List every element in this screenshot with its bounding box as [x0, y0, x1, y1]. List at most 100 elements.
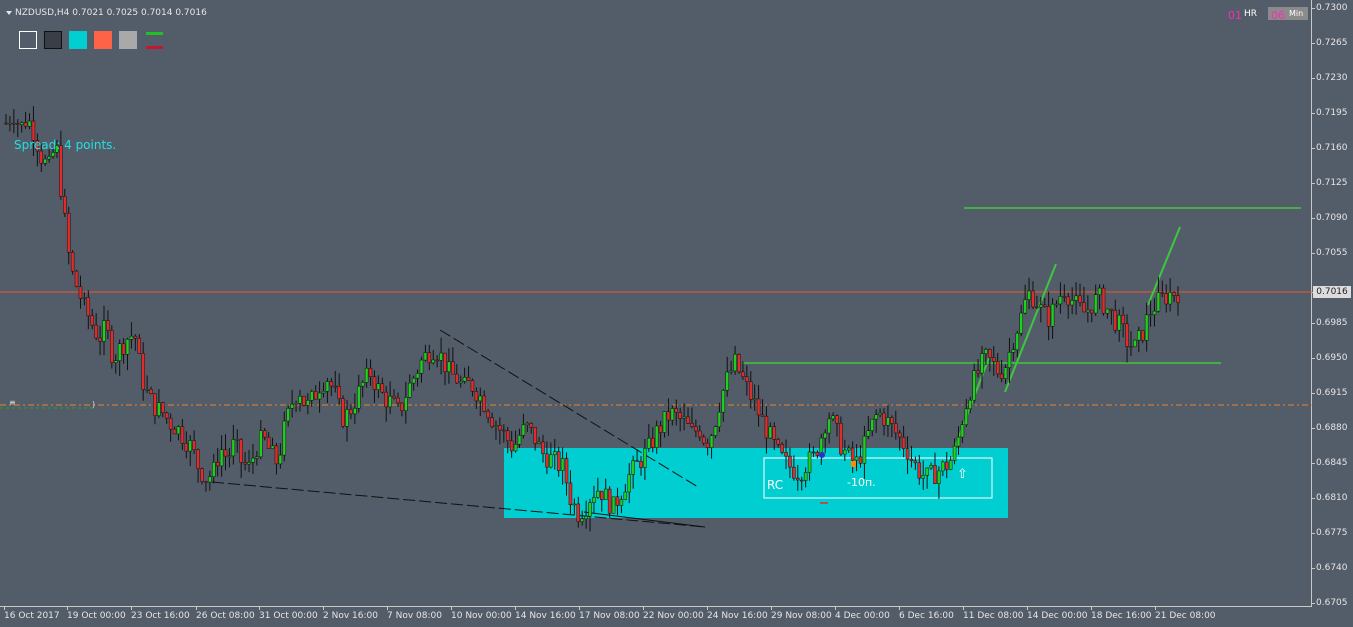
bear-candle	[509, 440, 514, 452]
bull-candle	[278, 454, 283, 465]
bear-candle	[98, 337, 102, 342]
bull-candle	[925, 467, 929, 476]
bull-candle	[388, 395, 392, 408]
time-label: 18 Dec 16:00	[1091, 611, 1152, 621]
price-tick	[1312, 603, 1315, 604]
bear-candle	[666, 411, 671, 421]
bull-candle	[513, 444, 518, 452]
time-label: 31 Oct 00:00	[259, 611, 318, 621]
bull-candle	[929, 465, 933, 469]
bull-candle	[494, 425, 498, 427]
bull-candle	[921, 475, 925, 479]
time-tick	[643, 607, 644, 610]
bull-candle	[117, 343, 122, 361]
color-swatch-cyan[interactable]	[69, 31, 87, 49]
bull-candle	[255, 456, 259, 459]
bull-candle	[1093, 294, 1098, 314]
color-swatch-gray[interactable]	[119, 31, 137, 49]
bear-candle	[541, 441, 545, 455]
bear-candle	[474, 391, 479, 402]
time-tick	[387, 607, 388, 610]
bull-candle	[1133, 339, 1137, 347]
bear-candle	[764, 416, 769, 439]
bull-candle	[419, 359, 424, 374]
bull-candle	[270, 445, 275, 449]
bull-candle	[82, 297, 87, 299]
price-tick	[1312, 78, 1315, 79]
bear-candle	[690, 423, 694, 427]
bear-candle	[1078, 295, 1082, 303]
bull-candle	[553, 451, 557, 456]
bull-candle	[572, 503, 577, 506]
time-label: 22 Nov 00:00	[643, 611, 704, 621]
bull-candle	[114, 360, 118, 364]
color-swatch-white-outline[interactable]	[19, 31, 37, 49]
bull-candle	[603, 488, 608, 501]
time-label: 11 Dec 08:00	[963, 611, 1024, 621]
bear-candle	[333, 385, 338, 388]
bear-candle	[1062, 296, 1067, 298]
bear-candle	[737, 354, 741, 373]
bear-candle	[329, 381, 334, 387]
dropdown-arrow-icon[interactable]	[6, 10, 12, 15]
bear-candle	[200, 468, 204, 482]
bear-candle	[384, 391, 388, 408]
bear-candle	[274, 445, 279, 465]
bear-candle	[705, 442, 710, 448]
bull-candle	[874, 414, 878, 420]
bull-candle	[1074, 295, 1078, 301]
bear-candle	[556, 451, 561, 471]
time-tick	[579, 607, 580, 610]
bear-candle	[890, 417, 894, 424]
spread-label: Spread: 4 points.	[14, 138, 117, 152]
bear-candle	[396, 397, 400, 404]
trade-level-marker-icon[interactable]: ≡	[9, 398, 16, 407]
bear-candle	[466, 377, 471, 381]
price-scale[interactable]	[1312, 0, 1353, 607]
bear-candle	[196, 449, 200, 469]
bull-candle	[517, 435, 522, 445]
line-green-tool[interactable]	[146, 32, 163, 35]
bull-candle	[462, 377, 467, 382]
bull-candle	[956, 436, 961, 447]
bull-candle	[1148, 314, 1153, 316]
exit-marker-icon	[851, 461, 856, 467]
bull-candle	[952, 445, 957, 461]
bull-candle	[647, 437, 651, 449]
bull-candle	[231, 439, 236, 457]
bear-candle	[106, 320, 110, 331]
bear-candle	[839, 422, 843, 455]
color-swatch-tomato[interactable]	[94, 31, 112, 49]
bull-candle	[325, 381, 330, 392]
bear-candle	[882, 412, 886, 426]
bear-candle	[913, 460, 918, 464]
bull-candle	[1039, 304, 1043, 308]
bull-candle	[19, 122, 24, 125]
bull-candle	[345, 409, 349, 427]
bull-candle	[1117, 314, 1121, 331]
price-label: 0.7230	[1316, 73, 1348, 83]
bull-candle	[662, 411, 667, 433]
bull-candle	[415, 373, 420, 379]
bear-candle	[266, 436, 271, 449]
time-tick	[1091, 607, 1092, 610]
bear-candle	[39, 150, 44, 164]
bull-candle	[807, 451, 812, 473]
bull-candle	[827, 418, 831, 434]
bear-candle	[756, 398, 761, 416]
time-tick	[196, 607, 197, 610]
bear-candle	[443, 352, 447, 373]
line-red-tool[interactable]	[146, 46, 163, 49]
bear-candle	[133, 335, 138, 339]
color-swatch-black-outline[interactable]	[44, 31, 62, 49]
trade-level-end-marker-icon: )	[92, 400, 96, 409]
bull-candle	[1007, 352, 1012, 368]
bear-candle	[1176, 295, 1180, 303]
time-tick	[4, 607, 5, 610]
price-tick	[1312, 428, 1315, 429]
time-label: 16 Oct 2017	[4, 611, 60, 621]
bull-candle	[1168, 292, 1172, 305]
bull-candle	[611, 496, 616, 514]
bull-candle	[972, 370, 976, 401]
price-tick	[1312, 183, 1315, 184]
